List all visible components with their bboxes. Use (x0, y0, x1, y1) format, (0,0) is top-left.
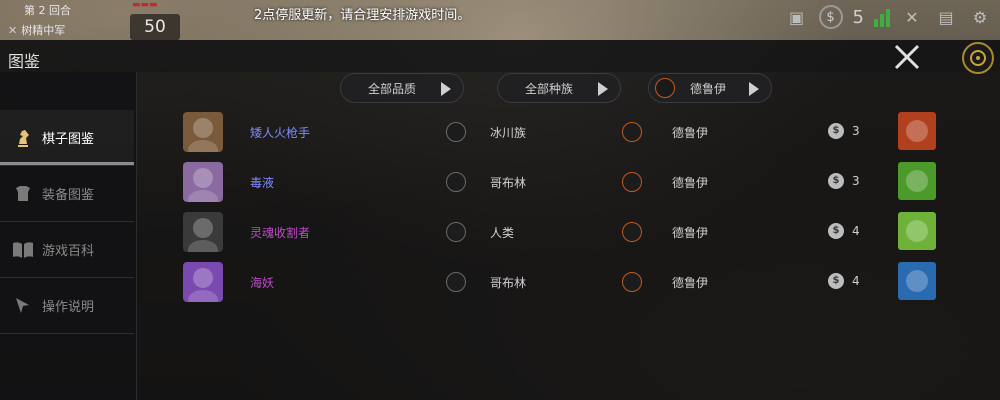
sidebar: 棋子图鉴 装备图鉴 游戏百科 操作说明 (0, 72, 137, 400)
hp-bar-red: ▬▬▬ (132, 0, 158, 10)
maintenance-notice: 2点停服更新，请合理安排游戏时间。 (254, 8, 471, 23)
race-icon (446, 172, 466, 192)
race-filter[interactable]: 全部种族 (497, 73, 621, 103)
pointer-icon (12, 295, 34, 317)
sidebar-item-label: 游戏百科 (42, 244, 95, 259)
piece-row[interactable]: 矮人火枪手 冰川族 德鲁伊 $ 3 (180, 110, 980, 158)
sidebar-item-pieces[interactable]: 棋子图鉴 (0, 110, 134, 166)
piece-class: 德鲁伊 (672, 226, 709, 240)
piece-cost: 3 (852, 124, 860, 138)
piece-portrait (183, 262, 223, 302)
sidebar-item-label: 棋子图鉴 (42, 132, 95, 147)
armor-icon (12, 183, 34, 205)
piece-name: 灵魂收割者 (250, 226, 311, 240)
play-arrow-icon (749, 82, 759, 96)
class-shortcut-button[interactable] (962, 42, 994, 74)
piece-name: 矮人火枪手 (250, 126, 311, 140)
play-arrow-icon (598, 82, 608, 96)
race-icon (446, 122, 466, 142)
piece-row[interactable]: 毒液 哥布林 德鲁伊 $ 3 (180, 160, 980, 208)
panel-title-bar (0, 40, 1000, 72)
settings-gear-icon[interactable]: ⚙ (968, 5, 992, 29)
quality-filter-label: 全部品质 (367, 81, 416, 96)
sidebar-item-label: 装备图鉴 (42, 188, 95, 203)
piece-row[interactable]: 海妖 哥布林 德鲁伊 $ 4 (180, 260, 980, 308)
sidebar-item-label: 操作说明 (42, 300, 95, 315)
piece-portrait (183, 162, 223, 202)
close-button[interactable] (892, 42, 922, 72)
piece-name: 毒液 (250, 176, 275, 190)
gold-coin-icon: $ (818, 5, 843, 29)
piece-class: 德鲁伊 (672, 176, 709, 190)
skill-icon[interactable] (898, 112, 936, 150)
piece-race: 人类 (490, 226, 515, 240)
race-icon (446, 222, 466, 242)
piece-race: 哥布林 (490, 276, 527, 290)
piece-cost: 4 (852, 224, 860, 238)
piece-cost: 3 (852, 174, 860, 188)
signal-icon (874, 7, 890, 27)
quality-filter[interactable]: 全部品质 (340, 73, 464, 103)
druid-leaf-icon (622, 272, 642, 292)
sidebar-item-controls[interactable]: 操作说明 (0, 278, 134, 334)
handbook-icon[interactable]: ▤ (934, 5, 958, 29)
close-icon (894, 44, 920, 70)
piece-row[interactable]: 灵魂收割者 人类 德鲁伊 $ 4 (180, 210, 980, 258)
class-filter-label: 德鲁伊 (689, 81, 726, 96)
druid-leaf-icon (622, 222, 642, 242)
army-name: 树精中军 (21, 24, 66, 37)
druid-leaf-icon (655, 78, 675, 98)
piece-race: 哥布林 (490, 176, 527, 190)
piece-race: 冰川族 (490, 126, 527, 140)
top-icons: ▣ $ 5 ✕ ▤ ⚙ (785, 0, 1000, 34)
book-icon (12, 239, 34, 261)
knight-icon (12, 127, 34, 149)
coin-icon: $ (828, 123, 844, 139)
skill-icon[interactable] (898, 162, 936, 200)
sidebar-item-wiki[interactable]: 游戏百科 (0, 222, 134, 278)
coin-icon: $ (828, 273, 844, 289)
race-icon (446, 272, 466, 292)
gold-amount: 5 (852, 6, 864, 28)
top-bar: 第 2 回合 ✕ 树精中军 ▬▬▬ 50 2点停服更新，请合理安排游戏时间。 ▣ … (0, 0, 1000, 40)
play-arrow-icon (441, 82, 451, 96)
piece-class: 德鲁伊 (672, 276, 709, 290)
piece-portrait (183, 112, 223, 152)
druid-leaf-icon (622, 172, 642, 192)
skill-icon[interactable] (898, 212, 936, 250)
coin-icon: $ (828, 223, 844, 239)
army-label: ✕ 树精中军 (8, 22, 65, 38)
race-filter-label: 全部种族 (524, 81, 573, 96)
class-filter[interactable]: 德鲁伊 (648, 73, 772, 103)
coin-icon: $ (828, 173, 844, 189)
battle-icon[interactable]: ✕ (900, 5, 924, 29)
emblem-icon (970, 50, 986, 66)
chest-icon[interactable]: ▣ (785, 5, 809, 29)
panel-title: 图鉴 (8, 52, 41, 71)
round-label: 第 2 回合 (24, 4, 71, 17)
crossed-swords-icon: ✕ (8, 24, 18, 37)
druid-leaf-icon (622, 122, 642, 142)
piece-class: 德鲁伊 (672, 126, 709, 140)
piece-name: 海妖 (250, 276, 275, 290)
skill-icon[interactable] (898, 262, 936, 300)
piece-cost: 4 (852, 274, 860, 288)
sidebar-item-items[interactable]: 装备图鉴 (0, 166, 134, 222)
piece-portrait (183, 212, 223, 252)
hp-value: 50 (130, 14, 180, 40)
